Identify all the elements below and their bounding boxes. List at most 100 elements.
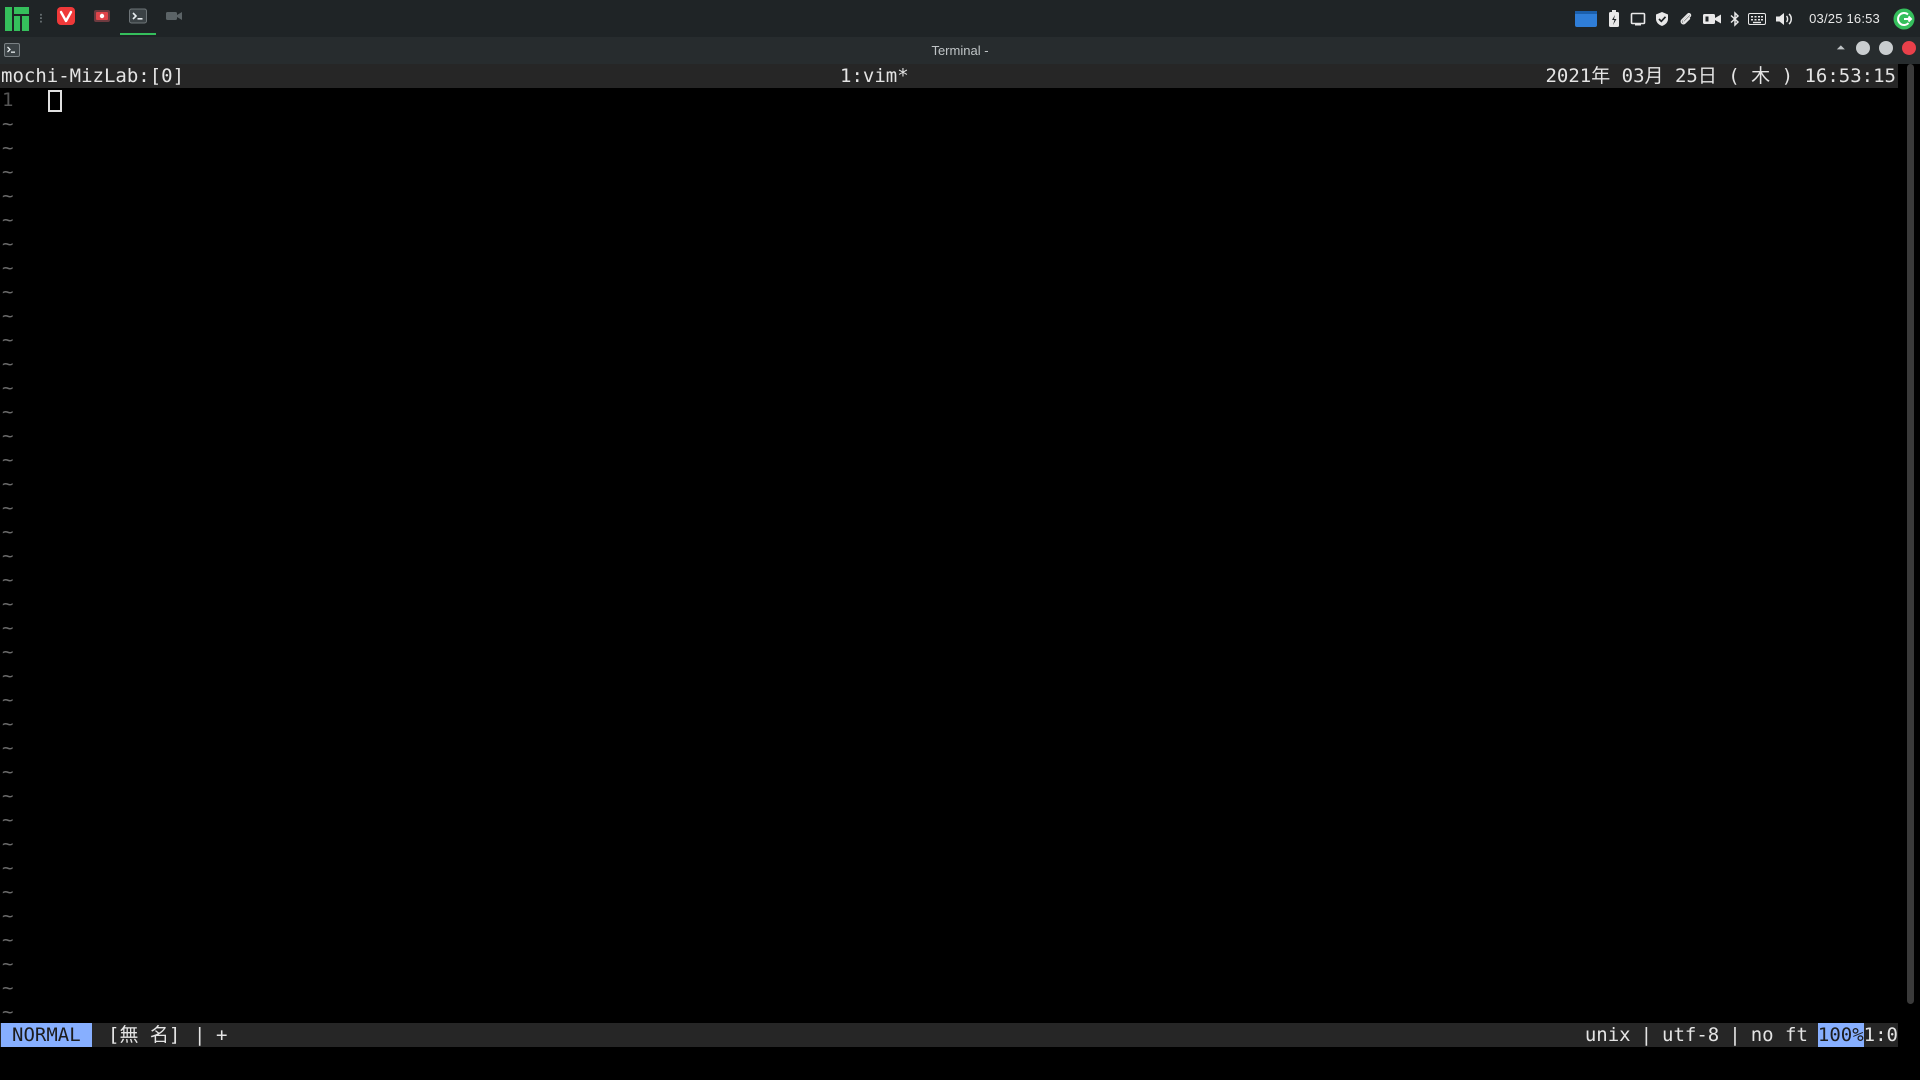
maximize-button[interactable] <box>1879 41 1893 55</box>
cursor-position: 1:0 <box>1863 1024 1898 1046</box>
vivaldi-icon <box>57 7 75 30</box>
vim-empty-line: ~ <box>0 856 1898 880</box>
keep-above-icon[interactable]: ⏶ <box>1836 41 1845 55</box>
vim-empty-line: ~ <box>0 208 1898 232</box>
window-titlebar[interactable]: Terminal - ⏶ <box>0 37 1920 64</box>
text-cursor <box>48 90 62 112</box>
file-type: no ft <box>1750 1024 1808 1046</box>
vim-empty-line: ~ <box>0 976 1898 1000</box>
status-separator: | <box>1729 1024 1741 1046</box>
shield-icon[interactable] <box>1653 9 1671 29</box>
tilde-marker: ~ <box>2 353 14 375</box>
taskbar-terminal[interactable] <box>120 0 156 37</box>
tilde-marker: ~ <box>2 641 14 663</box>
vim-empty-line: ~ <box>0 1000 1898 1024</box>
minimize-button[interactable] <box>1856 41 1870 55</box>
panel-grip-icon[interactable]: ⁝ <box>34 0 48 37</box>
taskbar-vivaldi[interactable] <box>48 0 84 37</box>
terminal-area[interactable]: mochi-MizLab:[0] 1:vim* 2021年 03月 25日 ( … <box>0 64 1920 1080</box>
terminal-scrollbar[interactable] <box>1906 64 1916 1080</box>
tilde-marker: ~ <box>2 281 14 303</box>
tilde-marker: ~ <box>2 569 14 591</box>
panel-clock[interactable]: 03/25 16:53 <box>1809 11 1880 26</box>
tilde-marker: ~ <box>2 905 14 927</box>
manjaro-menu-icon[interactable] <box>0 0 34 37</box>
tilde-marker: ~ <box>2 329 14 351</box>
vim-empty-line: ~ <box>0 160 1898 184</box>
vim-line: 1 <box>0 88 1898 112</box>
logout-icon[interactable] <box>1892 8 1916 29</box>
vim-buffer[interactable]: 1 ~ ~ ~ ~ ~ ~ ~ ~ ~ ~ ~ ~ ~ ~ ~ ~ ~ ~ ~ ~ ~ ~ ~ ~ ~ ~ ~ ~ ~ ~ ~ ~ ~ ~ ~ ~ ~ ~ <box>0 88 1898 1041</box>
vim-empty-line: ~ <box>0 112 1898 136</box>
tilde-marker: ~ <box>2 689 14 711</box>
taskbar-screen-recorder[interactable] <box>84 0 120 37</box>
close-button[interactable] <box>1902 41 1916 55</box>
vim-statusline: NORMAL [無 名] | + unix | utf-8 | no ft 10… <box>0 1023 1898 1047</box>
vim-empty-line: ~ <box>0 280 1898 304</box>
tilde-marker: ~ <box>2 425 14 447</box>
keyboard-icon[interactable] <box>1747 9 1767 29</box>
tilde-marker: ~ <box>2 209 14 231</box>
tilde-marker: ~ <box>2 593 14 615</box>
scrollbar-thumb[interactable] <box>1907 64 1914 1004</box>
modified-flag: + <box>216 1024 228 1046</box>
blue-window-icon[interactable] <box>1573 9 1599 29</box>
vim-empty-line: ~ <box>0 544 1898 568</box>
terminal-icon <box>129 8 147 29</box>
window-title: Terminal - <box>931 43 989 58</box>
vim-empty-line: ~ <box>0 784 1898 808</box>
tilde-marker: ~ <box>2 113 14 135</box>
tilde-marker: ~ <box>2 377 14 399</box>
vim-empty-line: ~ <box>0 232 1898 256</box>
tilde-marker: ~ <box>2 161 14 183</box>
tilde-marker: ~ <box>2 617 14 639</box>
taskbar-video[interactable] <box>156 0 192 37</box>
tilde-marker: ~ <box>2 1001 14 1023</box>
webcam-icon[interactable] <box>1701 9 1723 29</box>
tilde-marker: ~ <box>2 545 14 567</box>
vim-empty-line: ~ <box>0 376 1898 400</box>
tilde-marker: ~ <box>2 233 14 255</box>
vim-empty-line: ~ <box>0 496 1898 520</box>
tilde-marker: ~ <box>2 833 14 855</box>
vim-empty-line: ~ <box>0 880 1898 904</box>
tilde-marker: ~ <box>2 305 14 327</box>
vim-empty-line: ~ <box>0 688 1898 712</box>
bluetooth-icon[interactable] <box>1729 9 1741 29</box>
tilde-marker: ~ <box>2 257 14 279</box>
battery-charging-icon[interactable] <box>1605 9 1623 29</box>
vim-empty-line: ~ <box>0 808 1898 832</box>
vim-empty-line: ~ <box>0 568 1898 592</box>
vim-empty-line: ~ <box>0 472 1898 496</box>
line-number: 1 <box>2 89 14 111</box>
tilde-marker: ~ <box>2 665 14 687</box>
vim-empty-line: ~ <box>0 184 1898 208</box>
tilde-marker: ~ <box>2 185 14 207</box>
status-separator: | <box>1640 1024 1653 1046</box>
tilde-marker: ~ <box>2 401 14 423</box>
tilde-marker: ~ <box>2 497 14 519</box>
screen-recorder-icon <box>93 8 111 29</box>
video-camera-icon <box>165 9 183 28</box>
tilde-marker: ~ <box>2 809 14 831</box>
tmux-status-bar: mochi-MizLab:[0] 1:vim* 2021年 03月 25日 ( … <box>0 64 1898 88</box>
vim-empty-line: ~ <box>0 328 1898 352</box>
vim-empty-line: ~ <box>0 952 1898 976</box>
tilde-marker: ~ <box>2 953 14 975</box>
vim-empty-line: ~ <box>0 400 1898 424</box>
vim-empty-line: ~ <box>0 352 1898 376</box>
file-format: unix <box>1584 1024 1631 1046</box>
vim-empty-line: ~ <box>0 616 1898 640</box>
tilde-marker: ~ <box>2 761 14 783</box>
tmux-window[interactable]: 1:vim* <box>840 64 909 88</box>
tilde-marker: ~ <box>2 881 14 903</box>
paperclip-icon[interactable] <box>1677 9 1695 29</box>
system-tray: 03/25 16:53 <box>1573 0 1920 37</box>
vim-empty-line: ~ <box>0 304 1898 328</box>
scroll-percent: 100% <box>1817 1023 1864 1047</box>
volume-icon[interactable] <box>1773 9 1795 29</box>
vim-empty-line: ~ <box>0 424 1898 448</box>
display-icon[interactable] <box>1629 9 1647 29</box>
vim-empty-line: ~ <box>0 448 1898 472</box>
tilde-marker: ~ <box>2 521 14 543</box>
